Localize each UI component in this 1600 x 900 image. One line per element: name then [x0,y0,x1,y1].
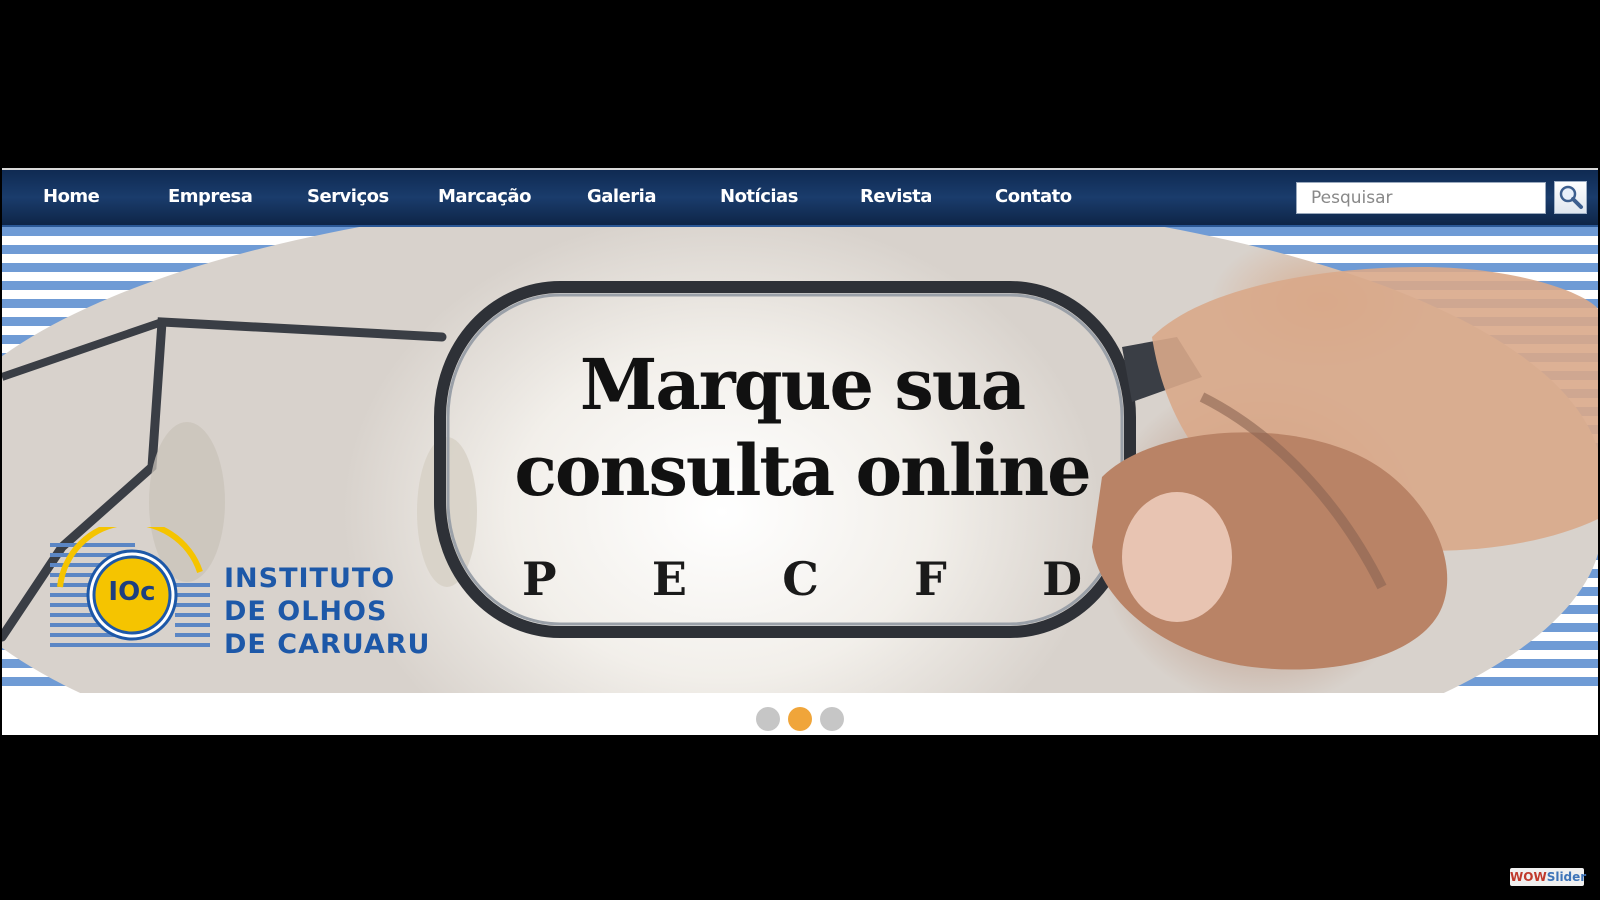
website-frame: Home Empresa Serviços Marcação Galeria N… [2,168,1598,735]
nav-marcacao[interactable]: Marcação [438,186,531,207]
wowslider-watermark[interactable]: WOWSlider [1510,868,1587,886]
nav-contato[interactable]: Contato [995,186,1072,207]
magnifier-icon [1559,185,1583,209]
nav-revista[interactable]: Revista [860,186,932,207]
headline-line-1: Marque sua [579,343,1026,426]
eye-chart-letter: D [1042,552,1082,606]
logo-text-line-2: DE OLHOS [224,596,388,627]
slide-dot-3[interactable] [820,707,844,731]
search-button[interactable] [1554,181,1587,214]
slide-dot-1[interactable] [756,707,780,731]
nav-noticias[interactable]: Notícias [720,186,798,207]
eye-chart-letter: P [522,552,557,606]
ioc-logo-initials: IOc [108,577,156,607]
banner-headline: Marque sua consulta online [432,342,1172,514]
watermark-part-1: WOW [1510,870,1547,884]
slide-dot-2-active[interactable] [788,707,812,731]
hero-banner: Marque sua consulta online P E C F D IOc… [2,227,1598,693]
slider-pagination [2,693,1598,735]
logo-text-line-3: DE CARUARU [224,629,431,660]
nav-empresa[interactable]: Empresa [168,186,253,207]
headline-line-2: consulta online [514,429,1091,512]
eye-chart-letter: E [651,552,687,606]
eye-chart-letters: P E C F D [522,552,1082,606]
nav-servicos[interactable]: Serviços [307,186,389,207]
nav-home[interactable]: Home [43,186,100,207]
eye-chart-letter: C [782,552,819,606]
top-navigation-bar: Home Empresa Serviços Marcação Galeria N… [2,170,1598,227]
nav-galeria[interactable]: Galeria [587,186,657,207]
logo-text-line-1: INSTITUTO [224,563,396,594]
search-input[interactable] [1296,182,1546,214]
watermark-part-2: Slider [1546,870,1587,884]
eye-chart-letter: F [914,552,947,606]
